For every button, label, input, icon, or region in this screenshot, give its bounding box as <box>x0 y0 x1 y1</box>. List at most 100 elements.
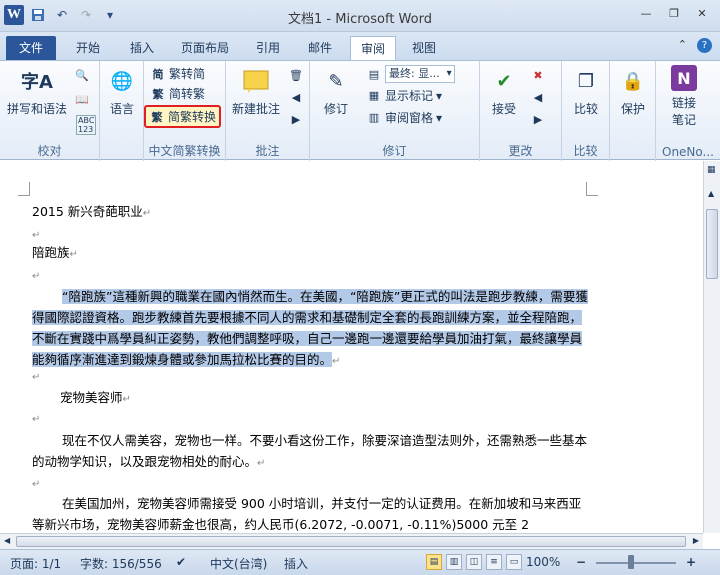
new-comment-button[interactable]: 新建批注 <box>228 65 284 117</box>
chinese-conversion-button[interactable]: 繁 简繁转换 <box>144 105 222 128</box>
zoom-in-icon[interactable]: + <box>686 555 696 569</box>
zoom-out-icon[interactable]: − <box>576 555 586 569</box>
group-changes: ✔ 接受 ✖ ◀ ▶ 更改 <box>480 61 562 161</box>
scroll-right-icon[interactable]: ▶ <box>693 536 699 545</box>
print-layout-icon[interactable]: ▤ <box>426 554 442 570</box>
review-pane-label: 审阅窗格 <box>385 111 434 125</box>
word-count[interactable]: 字数: 156/556 <box>80 555 162 572</box>
margin-mark-left <box>18 182 30 196</box>
review-pane-icon: ▥ <box>368 111 380 124</box>
review-pane-button[interactable]: ▥ 审阅窗格 ▾ <box>366 109 442 126</box>
california-paragraph: 在美国加州，宠物美容师需接受 900 小时培训，并支付一定的认证费用。在新加坡和… <box>32 493 588 533</box>
collapse-ribbon-icon[interactable]: ⌃ <box>678 38 687 53</box>
group-label-changes: 更改 <box>508 144 533 158</box>
proofing-status-icon[interactable]: ✔ <box>176 555 186 569</box>
research-icon[interactable]: 🔍 <box>74 67 90 83</box>
group-label-proofing: 校对 <box>37 144 62 158</box>
close-icon[interactable]: ✕ <box>690 4 714 22</box>
zoom-slider-knob[interactable] <box>628 555 634 569</box>
language-button[interactable]: 🌐 语言 <box>104 65 140 117</box>
spelling-grammar-button[interactable]: 字A 拼写和语法 <box>4 65 70 117</box>
outline-icon[interactable]: ≡ <box>486 554 502 570</box>
draft-icon[interactable]: ▭ <box>506 554 522 570</box>
full-screen-reading-icon[interactable]: ▥ <box>446 554 462 570</box>
tab-home[interactable]: 开始 <box>68 36 108 60</box>
scroll-left-icon[interactable]: ◀ <box>4 536 10 545</box>
track-changes-label: 修订 <box>323 102 348 116</box>
group-tracking: ✎ 修订 ▤ 最终: 显... ▦ 显示标记▾ ▥ 审阅窗格▾ 修订 <box>310 61 480 161</box>
help-icon[interactable]: ? <box>697 38 712 53</box>
california-text: 在美国加州，宠物美容师需接受 900 小时培训，并支付一定的认证费用。在新加坡和… <box>32 496 582 532</box>
language-status[interactable]: 中文(台湾) <box>210 555 267 572</box>
to-simplified-label: 繁转简 <box>169 67 206 81</box>
tab-references[interactable]: 引用 <box>248 36 288 60</box>
protect-button[interactable]: 🔒 保护 <box>613 65 653 117</box>
compare-button[interactable]: ❐ 比较 <box>566 65 606 117</box>
paragraph-mark: ↵ <box>332 356 341 367</box>
globe-icon: 🌐 <box>110 70 134 92</box>
accept-button[interactable]: ✔ 接受 <box>484 65 524 117</box>
group-label-onenote: OneNo... <box>662 145 714 159</box>
zoom-slider-track[interactable] <box>596 562 676 564</box>
group-label-compare: 比较 <box>573 144 598 158</box>
language-label: 语言 <box>109 102 134 116</box>
vertical-scrollbar[interactable]: ▦ ▲ <box>703 161 720 533</box>
page-count[interactable]: 页面: 1/1 <box>10 555 61 572</box>
web-layout-icon[interactable]: ◫ <box>466 554 482 570</box>
group-compare: ❐ 比较 比较 <box>562 61 610 161</box>
to-traditional-button[interactable]: 繁 简转繁 <box>150 85 206 102</box>
horizontal-scroll-thumb[interactable] <box>16 536 686 547</box>
zoom-level[interactable]: 100% <box>526 555 560 569</box>
delete-comment-icon[interactable]: 🗑 <box>288 67 304 83</box>
thesaurus-icon[interactable]: 📖 <box>74 91 90 107</box>
word-count-icon[interactable]: ABC 123 <box>76 115 97 135</box>
display-for-review-value: 最终: 显... <box>385 65 455 83</box>
spelling-icon: 字A <box>21 72 53 93</box>
tab-mailings[interactable]: 邮件 <box>300 36 340 60</box>
accept-icon: ✔ <box>496 70 512 92</box>
display-for-review-dropdown[interactable]: ▤ 最终: 显... <box>366 65 455 83</box>
show-markup-button[interactable]: ▦ 显示标记 ▾ <box>366 87 442 104</box>
track-changes-button[interactable]: ✎ 修订 <box>316 65 356 117</box>
horizontal-scrollbar[interactable]: ◀ ▶ <box>0 533 703 549</box>
onenote-icon: N <box>671 65 697 91</box>
doc-line-subheading: 陪跑族↵ <box>32 243 78 265</box>
compare-label: 比较 <box>573 102 598 116</box>
tab-insert[interactable]: 插入 <box>122 36 162 60</box>
scroll-up-icon[interactable]: ▲ <box>708 189 714 198</box>
tab-file[interactable]: 文件 <box>6 36 56 60</box>
minimize-icon[interactable]: — <box>634 4 658 22</box>
to-traditional-label: 简转繁 <box>169 87 206 101</box>
next-comment-icon[interactable]: ▶ <box>288 111 304 127</box>
new-comment-icon <box>240 65 272 97</box>
paragraph-mark: ↵ <box>69 249 78 260</box>
next-change-icon[interactable]: ▶ <box>530 111 546 127</box>
to-simplified-button[interactable]: 简 繁转简 <box>150 65 206 82</box>
tab-review[interactable]: 审阅 <box>350 36 396 60</box>
insert-mode[interactable]: 插入 <box>284 555 308 572</box>
group-protect: 🔒 保护 <box>610 61 656 161</box>
tab-page-layout[interactable]: 页面布局 <box>174 36 236 60</box>
restore-icon[interactable]: ❐ <box>662 4 686 22</box>
selected-text: “陪跑族”這種新興的職業在國內悄然而生。在美國，“陪跑族”更正式的叫法是跑步教練… <box>32 289 588 367</box>
document-page[interactable]: 2015 新兴奇葩职业↵ ↵ 陪跑族↵ ↵ “陪跑族”這種新興的職業在國內悄然而… <box>12 168 692 533</box>
window-title: 文档1 - Microsoft Word <box>288 12 432 27</box>
compare-icon: ❐ <box>577 70 595 92</box>
ribbon-tabs: 文件 开始 插入 页面布局 引用 邮件 审阅 视图 ⌃ ? <box>0 32 720 60</box>
chinese-conversion-label: 简繁转换 <box>168 110 217 124</box>
group-label-comments: 批注 <box>255 144 280 158</box>
traditional-icon: 繁 <box>152 87 164 101</box>
title-bar: W ↶ ↷ ▾ 文档1 - Microsoft Word — ❐ ✕ <box>0 0 720 32</box>
reject-icon[interactable]: ✖ <box>530 67 546 83</box>
pet-groomer-paragraph: 现在不仅人需美容，宠物也一样。不要小看这份工作，除要深谙造型法则外，还需熟悉一些… <box>32 430 588 474</box>
previous-comment-icon[interactable]: ◀ <box>288 89 304 105</box>
vertical-scroll-thumb[interactable] <box>706 209 718 279</box>
ruler-toggle-icon[interactable]: ▦ <box>707 165 716 175</box>
new-comment-label: 新建批注 <box>231 102 280 116</box>
tab-view[interactable]: 视图 <box>404 36 444 60</box>
display-icon: ▤ <box>368 67 380 81</box>
selected-paragraph: “陪跑族”這種新興的職業在國內悄然而生。在美國，“陪跑族”更正式的叫法是跑步教練… <box>32 286 588 372</box>
previous-change-icon[interactable]: ◀ <box>530 89 546 105</box>
linked-notes-button[interactable]: N 链接 笔记 <box>660 65 708 128</box>
group-proofing: 字A 拼写和语法 🔍 📖 ABC 123 校对 <box>0 61 100 161</box>
